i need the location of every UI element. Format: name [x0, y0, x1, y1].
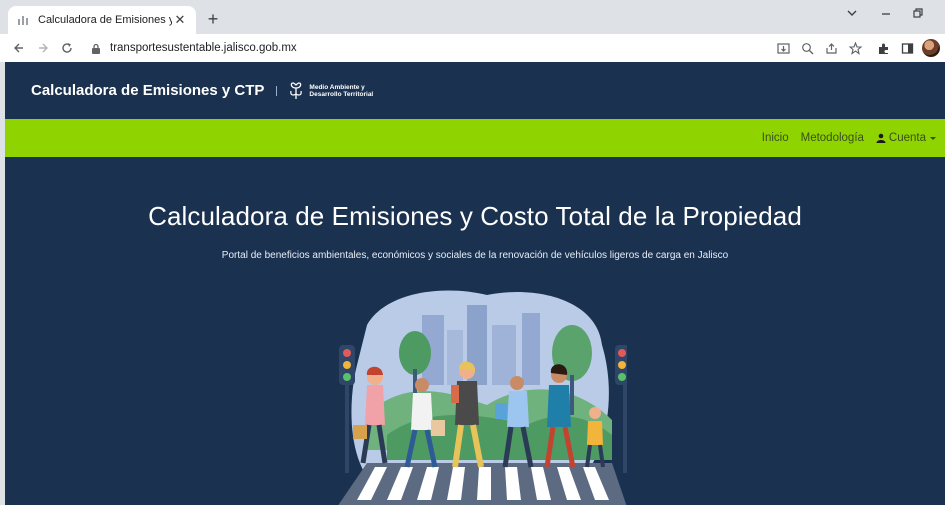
hero-section: Calculadora de Emisiones y Costo Total d… — [5, 157, 945, 505]
browser-window: Calculadora de Emisiones y CTP ✕ + trans… — [0, 0, 945, 505]
site-brand[interactable]: Calculadora de Emisiones y CTP — [31, 82, 264, 99]
reload-icon[interactable] — [56, 37, 78, 59]
semadet-logo: Medio Ambiente y Desarrollo Territorial — [289, 81, 373, 100]
logo-line-2: Desarrollo Territorial — [309, 90, 374, 98]
header-divider — [276, 85, 278, 96]
extensions-icon[interactable] — [873, 38, 893, 58]
back-icon[interactable] — [8, 37, 30, 59]
minimize-icon[interactable] — [874, 6, 898, 22]
caret-down-icon — [930, 137, 936, 140]
hero-title: Calculadora de Emisiones y Costo Total d… — [148, 201, 802, 231]
tree-logo-icon — [290, 81, 303, 99]
sidepanel-icon[interactable] — [897, 38, 917, 58]
browser-toolbar: transportesustentable.jalisco.gob.mx — [0, 34, 945, 62]
new-tab-button[interactable]: + — [203, 9, 223, 29]
url-text[interactable]: transportesustentable.jalisco.gob.mx — [110, 42, 297, 54]
tab-close-icon[interactable]: ✕ — [172, 12, 188, 28]
main-nav: Inicio Metodología Cuenta — [5, 119, 945, 157]
nav-cuenta-dropdown[interactable]: Cuenta — [876, 132, 937, 144]
browser-tab[interactable]: Calculadora de Emisiones y CTP ✕ — [8, 6, 196, 34]
install-icon[interactable] — [773, 38, 793, 58]
user-icon — [876, 133, 886, 143]
web-page: Calculadora de Emisiones y CTP Medio Amb… — [5, 62, 945, 505]
site-favicon-icon — [16, 13, 30, 27]
restore-icon[interactable] — [906, 6, 930, 22]
pedestrians-illustration — [338, 290, 627, 505]
tab-search-chevron-icon[interactable] — [840, 6, 864, 22]
address-bar[interactable]: transportesustentable.jalisco.gob.mx — [88, 37, 738, 59]
toolbar-actions — [773, 37, 941, 59]
logo-text: Medio Ambiente y Desarrollo Territorial — [309, 84, 373, 98]
lock-icon[interactable] — [88, 43, 104, 54]
tab-strip: Calculadora de Emisiones y CTP ✕ + — [0, 0, 945, 34]
site-header: Calculadora de Emisiones y CTP Medio Amb… — [5, 62, 945, 119]
forward-icon[interactable] — [32, 37, 54, 59]
nav-cuenta-label: Cuenta — [888, 132, 926, 144]
nav-metodologia-link[interactable]: Metodología — [801, 132, 864, 144]
zoom-icon[interactable] — [797, 38, 817, 58]
hero-subtitle: Portal de beneficios ambientales, económ… — [221, 250, 729, 261]
nav-inicio-link[interactable]: Inicio — [762, 132, 789, 144]
bookmark-star-icon[interactable] — [845, 38, 865, 58]
share-icon[interactable] — [821, 38, 841, 58]
profile-avatar[interactable] — [921, 38, 941, 58]
tab-title: Calculadora de Emisiones y CTP — [38, 14, 172, 26]
logo-line-1: Medio Ambiente y — [309, 83, 365, 91]
